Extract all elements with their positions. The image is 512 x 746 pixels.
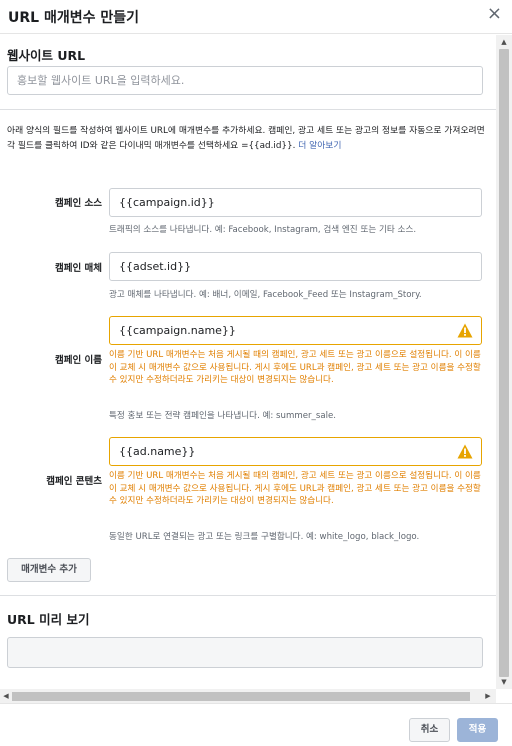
close-icon[interactable]: × (487, 4, 502, 24)
field-label-content: 캠페인 콘텐츠 (46, 476, 102, 487)
url-parameters-dialog: URL 매개변수 만들기 × 웹사이트 URL 홍보할 웹사이트 URL을 입력… (0, 0, 512, 746)
campaign-content-input[interactable]: {{ad.name}} (109, 437, 482, 466)
cancel-button[interactable]: 취소 (409, 718, 450, 742)
scroll-right-icon[interactable]: ▶ (482, 689, 494, 703)
divider (0, 595, 496, 596)
apply-button[interactable]: 적용 (457, 718, 498, 742)
website-url-label: 웹사이트 URL (7, 48, 86, 63)
dialog-header: URL 매개변수 만들기 × (0, 0, 512, 34)
url-preview-box (7, 637, 483, 668)
warning-icon (457, 444, 473, 459)
add-parameter-button[interactable]: 매개변수 추가 (7, 558, 91, 582)
dialog-title: URL 매개변수 만들기 (8, 10, 139, 26)
dialog-body: 웹사이트 URL 홍보할 웹사이트 URL을 입력하세요. 아래 양식의 필드를… (0, 35, 496, 689)
campaign-name-value: {{campaign.name}} (119, 324, 236, 337)
vertical-scroll-thumb[interactable] (499, 49, 509, 677)
campaign-content-help: 동일한 URL로 연결되는 광고 또는 링크를 구별합니다. 예: white_… (109, 532, 420, 542)
dialog-footer: 취소 적용 (0, 703, 512, 746)
description-text: 아래 양식의 필드를 작성하여 웹사이트 URL에 매개변수를 추가하세요. 캠… (7, 124, 489, 154)
scroll-up-icon[interactable]: ▲ (496, 36, 512, 48)
campaign-medium-input[interactable]: {{adset.id}} (109, 252, 482, 281)
campaign-source-help: 트래픽의 소스를 나타냅니다. 예: Facebook, Instagram, … (109, 225, 417, 235)
campaign-source-input[interactable]: {{campaign.id}} (109, 188, 482, 217)
warning-icon (457, 323, 473, 338)
campaign-name-input[interactable]: {{campaign.name}} (109, 316, 482, 345)
description-body: 아래 양식의 필드를 작성하여 웹사이트 URL에 매개변수를 추가하세요. 캠… (7, 126, 485, 151)
campaign-name-warning: 이름 기반 URL 매개변수는 처음 게시될 때의 캠페인, 광고 세트 또는 … (109, 350, 481, 385)
campaign-name-help: 특정 홍보 또는 전략 캠페인을 나타냅니다. 예: summer_sale. (109, 411, 336, 421)
field-label-medium: 캠페인 매체 (54, 263, 102, 274)
learn-more-link[interactable]: 더 알아보기 (298, 141, 341, 151)
horizontal-scrollbar[interactable]: ◀ ▶ (0, 689, 496, 703)
vertical-scrollbar[interactable]: ▲ ▼ (496, 35, 512, 689)
website-url-input[interactable]: 홍보할 웹사이트 URL을 입력하세요. (7, 66, 483, 95)
field-label-name: 캠페인 이름 (54, 355, 102, 366)
scroll-down-icon[interactable]: ▼ (496, 676, 512, 688)
horizontal-scroll-thumb[interactable] (12, 692, 470, 701)
campaign-medium-help: 광고 매체를 나타냅니다. 예: 배너, 이메일, Facebook_Feed … (109, 290, 422, 300)
field-label-source: 캠페인 소스 (54, 198, 102, 209)
scroll-left-icon[interactable]: ◀ (0, 689, 12, 703)
campaign-content-warning: 이름 기반 URL 매개변수는 처음 게시될 때의 캠페인, 광고 세트 또는 … (109, 471, 481, 506)
divider (0, 109, 496, 110)
campaign-content-value: {{ad.name}} (119, 445, 196, 458)
url-preview-label: URL 미리 보기 (7, 612, 90, 627)
